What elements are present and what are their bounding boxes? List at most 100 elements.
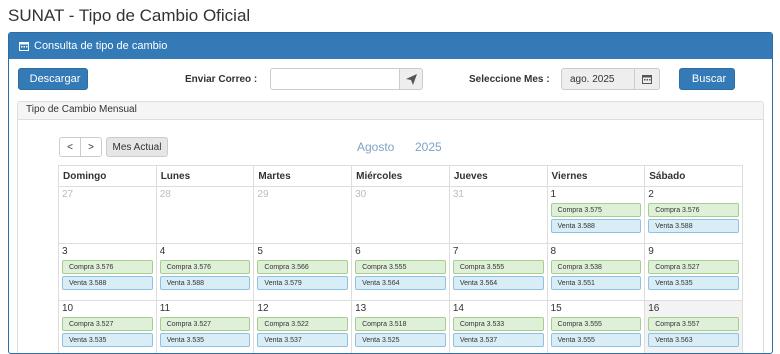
calendar-year: 2025 xyxy=(415,140,442,154)
next-month-button[interactable]: > xyxy=(80,137,102,157)
calendar-day-cell: 12 Compra 3.522 Venta 3.537 xyxy=(254,301,352,354)
email-label: Enviar Correo : xyxy=(185,74,257,85)
calendar-week-row: 3 Compra 3.576 Venta 3.588 4 Compra 3.576 Ven… xyxy=(59,244,743,301)
current-month-button[interactable]: Mes Actual xyxy=(106,137,168,157)
day-number: 11 xyxy=(160,303,251,315)
day-number: 27 xyxy=(62,189,153,201)
compra-rate-badge[interactable]: Compra 3.555 xyxy=(453,260,544,274)
weekday-header: Martes xyxy=(254,166,352,187)
venta-rate-badge[interactable]: Venta 3.588 xyxy=(551,219,642,233)
calendar-day-cell: 14 Compra 3.533 Venta 3.537 xyxy=(449,301,547,354)
day-number: 28 xyxy=(160,189,251,201)
day-number: 12 xyxy=(257,303,348,315)
paper-plane-icon xyxy=(406,74,417,85)
day-number: 1 xyxy=(551,189,642,201)
day-number: 9 xyxy=(648,246,739,258)
monthly-title: Tipo de Cambio Mensual xyxy=(18,102,763,120)
search-label: Buscar xyxy=(692,73,726,85)
venta-rate-badge[interactable]: Venta 3.535 xyxy=(62,333,153,347)
venta-rate-badge[interactable]: Venta 3.535 xyxy=(648,276,739,290)
calendar-day-cell: 28 xyxy=(156,187,254,244)
calendar-day-cell: 15Compra 3.555Venta 3.555 xyxy=(547,301,645,354)
compra-rate-badge[interactable]: Compra 3.555 xyxy=(551,317,642,331)
venta-rate-badge[interactable]: Venta 3.537 xyxy=(453,333,544,347)
calendar-day-cell: 9 Compra 3.527 Venta 3.535 xyxy=(645,244,743,301)
venta-rate-badge[interactable]: Venta 3.537 xyxy=(257,333,348,347)
day-number: 29 xyxy=(257,189,348,201)
venta-rate-badge[interactable]: Venta 3.555 xyxy=(551,333,642,347)
weekday-header: Viernes xyxy=(547,166,645,187)
weekday-header: Lunes xyxy=(156,166,254,187)
panel-header: Consulta de tipo de cambio xyxy=(9,33,772,59)
day-number: 30 xyxy=(355,189,446,201)
calendar-day-cell: 11 Compra 3.527 Venta 3.535 xyxy=(156,301,254,354)
venta-rate-badge[interactable]: Venta 3.588 xyxy=(160,276,251,290)
venta-rate-badge[interactable]: Venta 3.588 xyxy=(62,276,153,290)
day-number: 7 xyxy=(453,246,544,258)
calendar-month: Agosto xyxy=(357,140,394,154)
compra-rate-badge[interactable]: Compra 3.576 xyxy=(62,260,153,274)
compra-rate-badge[interactable]: Compra 3.527 xyxy=(160,317,251,331)
venta-rate-badge[interactable]: Venta 3.588 xyxy=(648,219,739,233)
venta-rate-badge[interactable]: Venta 3.564 xyxy=(453,276,544,290)
email-field[interactable] xyxy=(270,68,400,90)
venta-rate-badge[interactable]: Venta 3.551 xyxy=(551,276,642,290)
calendar-day-cell: 3 Compra 3.576 Venta 3.588 xyxy=(59,244,157,301)
compra-rate-badge[interactable]: Compra 3.575 xyxy=(551,203,642,217)
search-button[interactable]: Buscar xyxy=(679,68,735,90)
calendar-day-cell: 8 Compra 3.538 Venta 3.551 xyxy=(547,244,645,301)
month-label: Seleccione Mes : xyxy=(469,74,550,85)
venta-rate-badge[interactable]: Venta 3.525 xyxy=(355,333,446,347)
compra-rate-badge[interactable]: Compra 3.557 xyxy=(648,317,739,331)
calendar-day-cell: 10Compra 3.527Venta 3.535 xyxy=(59,301,157,354)
toolbar: Descargar Enviar Correo : Seleccione Mes… xyxy=(9,68,772,92)
panel-title: Consulta de tipo de cambio xyxy=(34,40,167,52)
weekday-header: Domingo xyxy=(59,166,157,187)
download-label: Descargar xyxy=(30,73,81,85)
calendar-day-cell: 4 Compra 3.576 Venta 3.588 xyxy=(156,244,254,301)
prev-month-button[interactable]: < xyxy=(59,137,81,157)
venta-rate-badge[interactable]: Venta 3.535 xyxy=(160,333,251,347)
day-number: 6 xyxy=(355,246,446,258)
day-number: 16 xyxy=(648,303,739,315)
compra-rate-badge[interactable]: Compra 3.527 xyxy=(62,317,153,331)
page-title: SUNAT - Tipo de Cambio Oficial xyxy=(8,6,250,26)
compra-rate-badge[interactable]: Compra 3.527 xyxy=(648,260,739,274)
weekday-header: Miércoles xyxy=(352,166,450,187)
weekday-header: Sábado xyxy=(645,166,743,187)
venta-rate-badge[interactable]: Venta 3.579 xyxy=(257,276,348,290)
calendar-day-cell: 1 Compra 3.575 Venta 3.588 xyxy=(547,187,645,244)
monthly-exchange-panel: Tipo de Cambio Mensual < > Mes Actual Ag… xyxy=(17,101,764,354)
day-number: 8 xyxy=(551,246,642,258)
download-button[interactable]: Descargar xyxy=(18,68,88,90)
day-number: 14 xyxy=(453,303,544,315)
month-picker-button[interactable] xyxy=(634,68,660,90)
calendar-day-cell: 6 Compra 3.555 Venta 3.564 xyxy=(352,244,450,301)
calendar-day-cell: 30 xyxy=(352,187,450,244)
day-number: 4 xyxy=(160,246,251,258)
send-button[interactable] xyxy=(399,68,423,90)
calendar-day-cell: 2Compra 3.576Venta 3.588 xyxy=(645,187,743,244)
compra-rate-badge[interactable]: Compra 3.533 xyxy=(453,317,544,331)
compra-rate-badge[interactable]: Compra 3.518 xyxy=(355,317,446,331)
day-number: 13 xyxy=(355,303,446,315)
exchange-rate-panel: Consulta de tipo de cambio Descargar Env… xyxy=(8,32,773,354)
compra-rate-badge[interactable]: Compra 3.538 xyxy=(551,260,642,274)
calendar-day-cell: 27 xyxy=(59,187,157,244)
venta-rate-badge[interactable]: Venta 3.564 xyxy=(355,276,446,290)
compra-rate-badge[interactable]: Compra 3.576 xyxy=(160,260,251,274)
compra-rate-badge[interactable]: Compra 3.566 xyxy=(257,260,348,274)
venta-rate-badge[interactable]: Venta 3.563 xyxy=(648,333,739,347)
day-number: 3 xyxy=(62,246,153,258)
day-number: 5 xyxy=(257,246,348,258)
calendar-day-cell: 29 xyxy=(254,187,352,244)
calendar-day-cell: 16 Compra 3.557 Venta 3.563 xyxy=(645,301,743,354)
compra-rate-badge[interactable]: Compra 3.522 xyxy=(257,317,348,331)
calendar-day-cell: 13 Compra 3.518 Venta 3.525 xyxy=(352,301,450,354)
weekday-header: Jueves xyxy=(449,166,547,187)
month-field[interactable]: ago. 2025 xyxy=(561,68,635,90)
calendar-grid: DomingoLunesMartesMiércolesJuevesViernes… xyxy=(58,165,743,354)
compra-rate-badge[interactable]: Compra 3.576 xyxy=(648,203,739,217)
calendar-icon xyxy=(19,41,29,51)
compra-rate-badge[interactable]: Compra 3.555 xyxy=(355,260,446,274)
